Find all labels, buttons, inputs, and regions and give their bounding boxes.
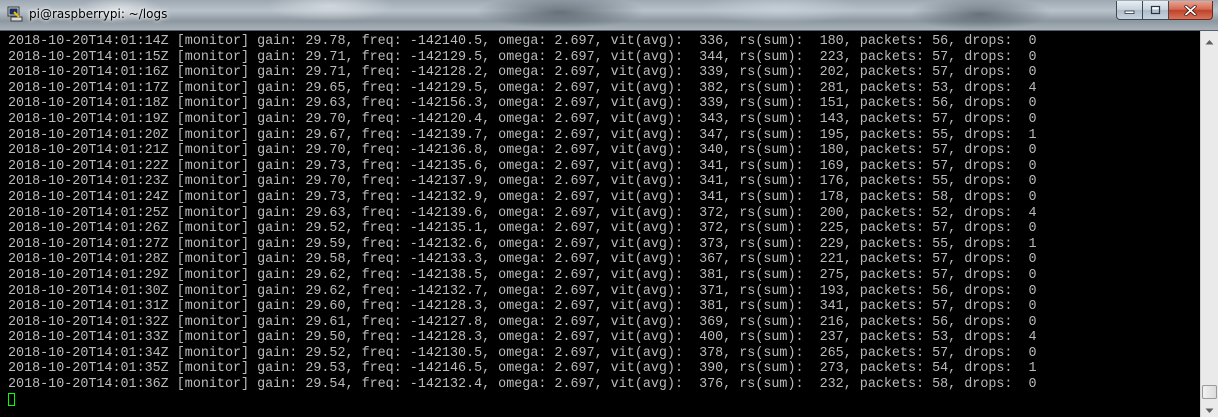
log-line: 2018-10-20T14:01:30Z [monitor] gain: 29.… [8, 283, 1037, 299]
prompt-line[interactable] [8, 392, 1037, 409]
log-line: 2018-10-20T14:01:32Z [monitor] gain: 29.… [8, 314, 1037, 330]
window-title: pi@raspberrypi: ~/logs [29, 7, 168, 21]
log-line: 2018-10-20T14:01:22Z [monitor] gain: 29.… [8, 158, 1037, 174]
putty-terminal-icon[interactable] [7, 6, 23, 22]
log-line: 2018-10-20T14:01:36Z [monitor] gain: 29.… [8, 377, 1037, 393]
log-lines: 2018-10-20T14:01:14Z [monitor] gain: 29.… [8, 34, 1037, 408]
terminal-output[interactable]: 2018-10-20T14:01:14Z [monitor] gain: 29.… [0, 31, 1200, 417]
close-icon [1184, 4, 1197, 16]
log-line: 2018-10-20T14:01:26Z [monitor] gain: 29.… [8, 221, 1037, 237]
vertical-scrollbar[interactable] [1200, 31, 1218, 417]
log-line: 2018-10-20T14:01:27Z [monitor] gain: 29.… [8, 236, 1037, 252]
terminal-window: pi@raspberrypi: ~/logs 2018-10-20T14:01:… [0, 0, 1218, 417]
log-line: 2018-10-20T14:01:24Z [monitor] gain: 29.… [8, 189, 1037, 205]
minimize-button[interactable] [1116, 1, 1143, 20]
log-line: 2018-10-20T14:01:35Z [monitor] gain: 29.… [8, 361, 1037, 377]
scroll-up-button[interactable] [1201, 31, 1218, 48]
close-button[interactable] [1169, 1, 1213, 20]
log-line: 2018-10-20T14:01:33Z [monitor] gain: 29.… [8, 330, 1037, 346]
title-bar[interactable]: pi@raspberrypi: ~/logs [0, 0, 1218, 31]
maximize-button[interactable] [1143, 1, 1169, 20]
log-line: 2018-10-20T14:01:16Z [monitor] gain: 29.… [8, 65, 1037, 81]
log-line: 2018-10-20T14:01:15Z [monitor] gain: 29.… [8, 49, 1037, 65]
minimize-icon [1124, 6, 1135, 14]
scroll-down-button[interactable] [1201, 400, 1218, 417]
window-controls [1116, 1, 1213, 21]
log-line: 2018-10-20T14:01:20Z [monitor] gain: 29.… [8, 127, 1037, 143]
log-line: 2018-10-20T14:01:18Z [monitor] gain: 29.… [8, 96, 1037, 112]
log-line: 2018-10-20T14:01:23Z [monitor] gain: 29.… [8, 174, 1037, 190]
log-line: 2018-10-20T14:01:28Z [monitor] gain: 29.… [8, 252, 1037, 268]
log-line: 2018-10-20T14:01:17Z [monitor] gain: 29.… [8, 80, 1037, 96]
text-cursor [8, 392, 15, 406]
log-line: 2018-10-20T14:01:29Z [monitor] gain: 29.… [8, 267, 1037, 283]
log-line: 2018-10-20T14:01:31Z [monitor] gain: 29.… [8, 299, 1037, 315]
log-line: 2018-10-20T14:01:25Z [monitor] gain: 29.… [8, 205, 1037, 221]
maximize-icon [1150, 5, 1161, 15]
scroll-thumb[interactable] [1202, 385, 1217, 399]
scroll-up-arrow-icon [1205, 30, 1214, 49]
log-line: 2018-10-20T14:01:34Z [monitor] gain: 29.… [8, 345, 1037, 361]
scroll-down-arrow-icon [1205, 399, 1214, 417]
log-line: 2018-10-20T14:01:19Z [monitor] gain: 29.… [8, 111, 1037, 127]
log-line: 2018-10-20T14:01:14Z [monitor] gain: 29.… [8, 34, 1037, 49]
log-line: 2018-10-20T14:01:21Z [monitor] gain: 29.… [8, 143, 1037, 159]
